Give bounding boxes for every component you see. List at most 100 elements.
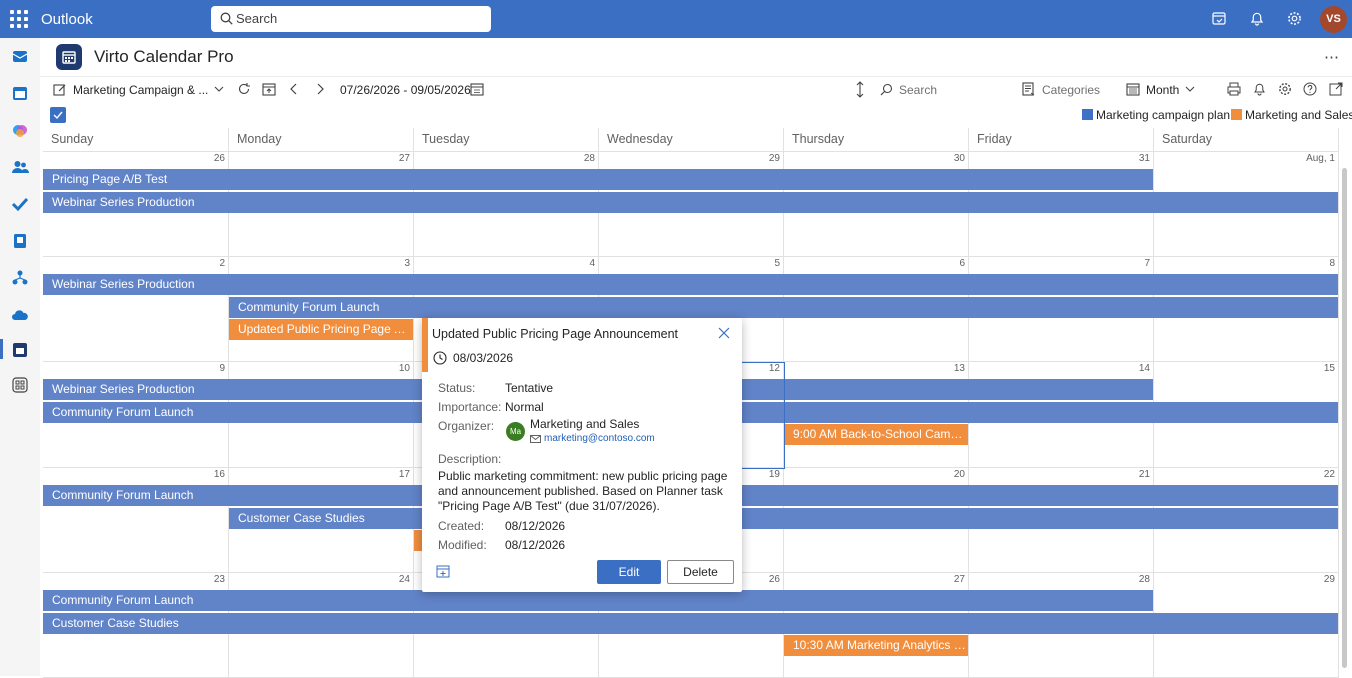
day-number: 31 (1138, 153, 1150, 164)
org-explorer-icon[interactable] (11, 269, 29, 287)
files-icon[interactable] (11, 232, 29, 250)
organizer-avatar: Ma (506, 422, 525, 441)
calendar-icon[interactable] (11, 84, 29, 102)
onedrive-icon[interactable] (11, 306, 29, 324)
add-to-calendar-icon[interactable] (436, 564, 450, 578)
day-number: 21 (1138, 468, 1150, 480)
more-apps-icon[interactable] (11, 376, 29, 394)
day-header: Monday (229, 128, 414, 152)
event-date: 08/03/2026 (453, 351, 514, 365)
day-number: 15 (1323, 363, 1335, 375)
day-number: 2 (219, 258, 225, 270)
event-chip[interactable]: 10:30 AM Marketing Analytics Review (784, 634, 968, 656)
global-search-box[interactable]: Search (211, 6, 491, 32)
view-chevron-down-icon[interactable] (1185, 85, 1195, 93)
my-day-icon[interactable] (1212, 11, 1227, 26)
print-icon[interactable] (1227, 82, 1241, 96)
categories-button[interactable]: Categories (1042, 83, 1100, 97)
day-cell[interactable]: 16 (43, 467, 229, 573)
event-category-bar (422, 318, 428, 372)
legend-swatch (1082, 109, 1093, 120)
calendar-select[interactable]: Marketing Campaign & ... (73, 83, 208, 97)
day-number: 19 (768, 468, 780, 480)
description-text: Public marketing commitment: new public … (438, 469, 728, 513)
edit-button[interactable]: Edit (597, 560, 661, 584)
notifications-bell-icon[interactable] (1250, 11, 1264, 26)
virto-calendar-app-icon[interactable] (11, 341, 29, 359)
event-title: Updated Public Pricing Page Announcement (432, 327, 678, 341)
event-bar[interactable]: Customer Case Studies (229, 507, 1338, 529)
delete-button[interactable]: Delete (667, 560, 734, 584)
mail-icon[interactable] (11, 47, 29, 65)
close-icon[interactable] (718, 327, 730, 339)
categories-icon[interactable] (1022, 82, 1036, 96)
refresh-icon[interactable] (237, 82, 251, 96)
legend-row: Marketing campaign plan Marketing and Sa… (40, 102, 1352, 128)
calendar-settings-icon[interactable] (1278, 82, 1292, 96)
day-number: 30 (953, 153, 965, 164)
day-number: 27 (953, 573, 965, 585)
chevron-down-icon[interactable] (214, 85, 224, 93)
day-number: Aug, 1 (1306, 153, 1335, 164)
app-name[interactable]: Outlook (41, 11, 93, 28)
organizer-name: Marketing and Sales (530, 417, 640, 431)
day-number: 8 (1329, 258, 1335, 270)
day-number: 5 (774, 258, 780, 270)
organizer-email-link[interactable]: marketing@contoso.com (544, 433, 655, 444)
todo-icon[interactable] (11, 195, 29, 213)
status-value: Tentative (505, 381, 554, 395)
app-launcher-icon[interactable] (10, 10, 28, 28)
previous-icon[interactable] (290, 83, 298, 95)
copilot-icon[interactable] (11, 121, 29, 139)
event-bar[interactable]: Pricing Page A/B Test (43, 169, 1153, 190)
go-to-today-icon[interactable] (262, 82, 276, 96)
virto-calendar-logo-icon (56, 44, 82, 70)
day-number: 4 (589, 258, 595, 270)
event-chip[interactable]: Updated Public Pricing Page Announcement (229, 319, 413, 341)
user-avatar[interactable]: VS (1320, 6, 1347, 33)
settings-gear-icon[interactable] (1287, 11, 1302, 26)
more-options-button[interactable]: ⋯ (1324, 48, 1340, 66)
view-calendar-icon[interactable] (1126, 82, 1140, 96)
reminders-bell-icon[interactable] (1253, 82, 1266, 96)
status-label: Status: (438, 381, 476, 395)
day-header: Wednesday (599, 128, 784, 152)
day-header: Saturday (1154, 128, 1339, 152)
row-height-icon[interactable] (855, 81, 865, 98)
open-in-new-window-icon[interactable] (1329, 82, 1343, 96)
day-number: 26 (768, 573, 780, 585)
day-number: 14 (1138, 363, 1150, 375)
description-label: Description: (438, 452, 502, 466)
event-bar[interactable]: Community Forum Launch (43, 589, 1153, 611)
mail-icon (530, 435, 541, 443)
event-chip[interactable]: 9:00 AM Back-to-School Campaign (784, 424, 968, 446)
search-icon (220, 12, 233, 25)
importance-value: Normal (505, 400, 544, 414)
app-header: Virto Calendar Pro ⋯ (40, 38, 1352, 76)
day-number: 9 (219, 363, 225, 375)
toolbar-search-input[interactable]: Search (899, 83, 937, 97)
edit-calendars-icon[interactable] (53, 83, 67, 97)
date-picker-icon[interactable] (470, 82, 484, 96)
vertical-scrollbar[interactable] (1342, 168, 1347, 668)
toolbar-search-icon[interactable] (880, 83, 893, 96)
event-bar[interactable]: Webinar Series Production (43, 274, 1338, 296)
day-number: 28 (583, 153, 595, 164)
event-bar[interactable]: Webinar Series Production (43, 192, 1338, 213)
global-search-placeholder: Search (236, 11, 278, 26)
day-number: 29 (1323, 573, 1335, 585)
people-icon[interactable] (11, 158, 29, 176)
select-all-checkbox[interactable] (50, 107, 66, 123)
day-cell[interactable]: 2 (43, 257, 229, 363)
app-rail (0, 38, 40, 676)
day-number: 24 (398, 573, 410, 585)
calendar-toolbar: Marketing Campaign & ... 07/26/2026 - 09… (40, 76, 1352, 102)
next-icon[interactable] (316, 83, 324, 95)
event-bar[interactable]: Community Forum Launch (229, 297, 1338, 319)
event-bar[interactable]: Customer Case Studies (43, 612, 1338, 634)
view-select[interactable]: Month (1146, 83, 1179, 97)
date-range-label[interactable]: 07/26/2026 - 09/05/2026 (340, 83, 471, 97)
created-value: 08/12/2026 (505, 519, 566, 533)
help-icon[interactable] (1303, 82, 1317, 96)
modified-value: 08/12/2026 (505, 538, 566, 552)
